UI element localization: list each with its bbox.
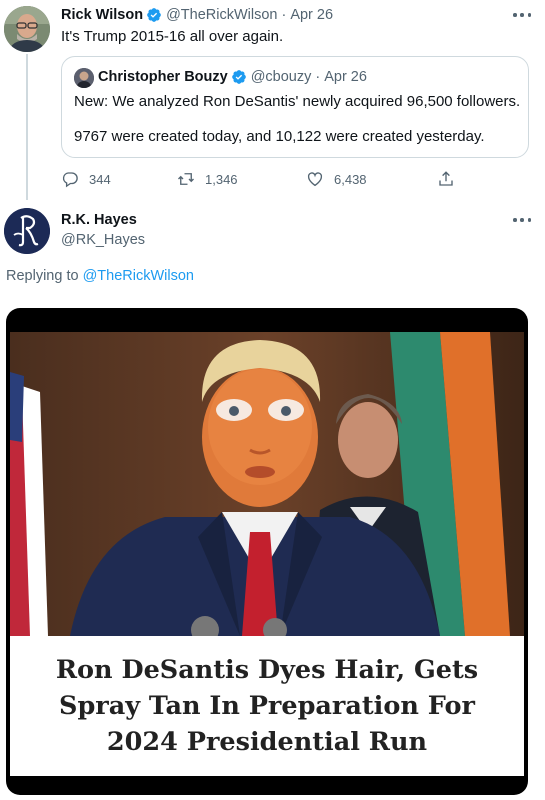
quote-text-line2: 9767 were created today, and 10,122 were…: [74, 128, 485, 145]
more-options-icon[interactable]: [513, 218, 531, 224]
quote-author-name: Christopher Bouzy: [98, 69, 228, 85]
author-handle[interactable]: @TheRickWilson: [166, 7, 277, 23]
author-name[interactable]: R.K. Hayes: [61, 212, 137, 228]
author-handle[interactable]: @RK_Hayes: [61, 232, 145, 248]
media-photo: [10, 332, 524, 636]
share-icon: [439, 171, 453, 186]
verified-badge-icon: [231, 70, 246, 84]
author-name[interactable]: Rick Wilson: [61, 7, 143, 23]
replying-to-handle-link[interactable]: @TheRickWilson: [83, 268, 194, 284]
verified-badge-icon: [147, 8, 161, 22]
avatar-christopher-bouzy: [74, 68, 94, 88]
thread-connector-line: [26, 54, 28, 200]
quote-text-line1: New: We analyzed Ron DeSantis' newly acq…: [74, 93, 521, 110]
tweet-actions-bar: 344 1,346 6,438: [61, 170, 461, 190]
like-count: 6,438: [334, 171, 367, 187]
media-caption-box: Ron DeSantis Dyes Hair, Gets Spray Tan I…: [10, 636, 524, 776]
quote-header: Christopher Bouzy @cbouzy · Apr 26: [98, 69, 367, 85]
like-button[interactable]: 6,438: [306, 170, 367, 188]
retweet-button[interactable]: 1,346: [177, 170, 238, 188]
quoted-tweet-card[interactable]: Christopher Bouzy @cbouzy · Apr 26 New: …: [61, 56, 529, 158]
quote-date: Apr 26: [324, 69, 367, 85]
reply-icon: [62, 172, 78, 188]
tweet2-header: R.K. Hayes: [61, 212, 137, 228]
avatar-rick-wilson[interactable]: [4, 6, 50, 52]
reply-button[interactable]: 344: [61, 170, 111, 188]
reply-count: 344: [89, 171, 111, 187]
retweet-count: 1,346: [205, 171, 238, 187]
avatar-rk-hayes[interactable]: [4, 208, 50, 254]
separator-dot: ·: [315, 69, 321, 85]
tweet2-handle-row: @RK_Hayes: [61, 232, 145, 248]
tweet-text: It's Trump 2015-16 all over again.: [61, 28, 284, 45]
tweet1-header: Rick Wilson @TheRickWilson · Apr 26: [61, 7, 333, 23]
replying-to-line: Replying to @TheRickWilson: [6, 268, 194, 284]
retweet-icon: [178, 173, 194, 185]
tweet-date[interactable]: Apr 26: [290, 7, 333, 23]
replying-to-label: Replying to: [6, 268, 83, 284]
more-options-icon[interactable]: [513, 13, 531, 19]
like-icon: [307, 172, 323, 187]
quote-author-handle: @cbouzy: [250, 69, 312, 85]
tweet-media[interactable]: Ron DeSantis Dyes Hair, Gets Spray Tan I…: [6, 308, 528, 795]
separator-dot: ·: [281, 7, 287, 23]
media-caption-text: Ron DeSantis Dyes Hair, Gets Spray Tan I…: [55, 655, 479, 757]
share-button[interactable]: [437, 170, 465, 188]
